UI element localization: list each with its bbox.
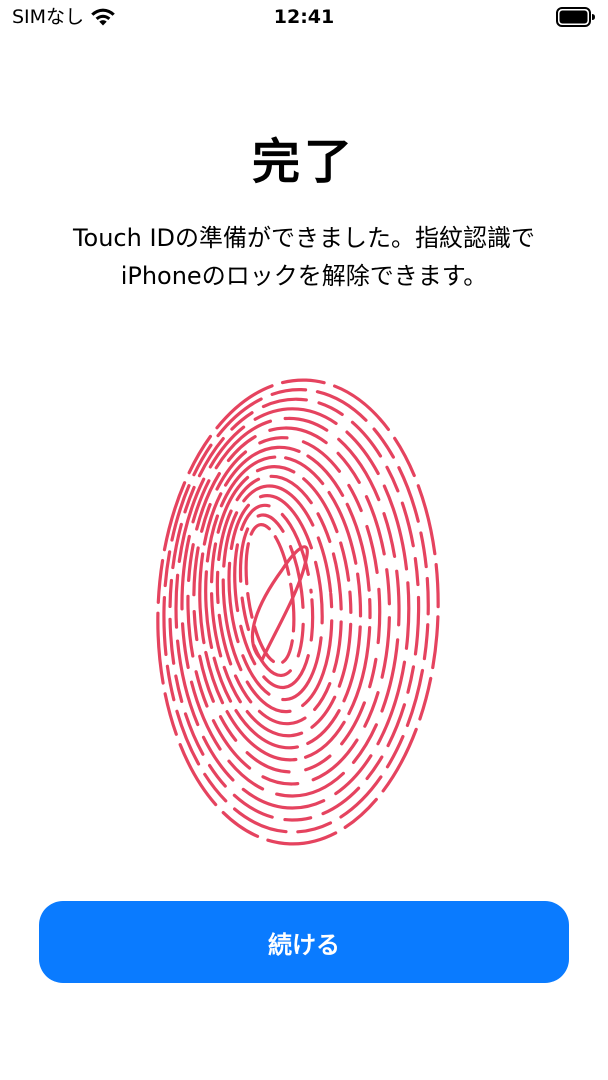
description-line-2: iPhoneのロックを解除できます。 bbox=[120, 262, 488, 290]
battery-full-icon bbox=[556, 7, 595, 27]
fingerprint-ridge bbox=[238, 513, 305, 678]
status-bar: SIMなし 12:41 bbox=[0, 0, 608, 36]
status-time: 12:41 bbox=[273, 6, 335, 28]
page-title: 完了 bbox=[251, 134, 356, 190]
fingerprint-ridge bbox=[233, 503, 315, 690]
touch-id-complete-screen: SIMなし 12:41 完了 Touch IDの準備ができました。指紋認識で i… bbox=[0, 0, 608, 1080]
description-text: Touch IDの準備ができました。指紋認識で iPhoneのロックを解除できま… bbox=[24, 219, 584, 295]
fingerprint-icon bbox=[156, 378, 440, 846]
continue-button[interactable]: 続ける bbox=[39, 901, 569, 983]
description-line-1: Touch IDの準備ができました。指紋認識で bbox=[72, 224, 536, 252]
